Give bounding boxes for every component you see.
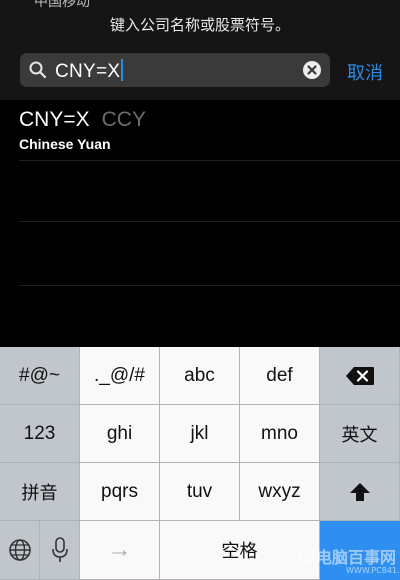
key-enter[interactable] [320, 521, 400, 580]
key-pinyin[interactable]: 拼音 [0, 463, 80, 521]
key-space[interactable]: 空格 [160, 521, 320, 580]
key-wxyz[interactable]: wxyz [240, 463, 320, 521]
search-value[interactable]: CNY=X [55, 59, 124, 83]
key-english[interactable]: 英文 [320, 405, 400, 463]
search-header: 中国移动 键入公司名称或股票符号。 CNY=X 取消 [0, 0, 400, 100]
key-microphone[interactable] [40, 521, 80, 580]
result-symbol: CNY=X [19, 108, 90, 131]
key-def[interactable]: def [240, 347, 320, 405]
key-globe[interactable] [0, 521, 40, 580]
list-item[interactable]: CNY=X CCY Chinese Yuan [19, 108, 146, 152]
keyboard: #@~ ._@/# abc def 123 ghi jkl mno 英文 拼音 … [0, 347, 400, 580]
microphone-icon [51, 537, 68, 562]
carrier-label: 中国移动 [34, 0, 90, 8]
search-input[interactable]: CNY=X [20, 53, 330, 87]
result-exchange: CCY [101, 108, 146, 131]
search-prompt: 键入公司名称或股票符号。 [109, 16, 290, 34]
text-cursor [121, 59, 124, 81]
result-name: Chinese Yuan [19, 136, 111, 152]
key-tuv[interactable]: tuv [160, 463, 240, 521]
key-shift[interactable] [320, 463, 400, 521]
results-list: CNY=X CCY Chinese Yuan [0, 100, 400, 347]
key-arrow[interactable]: → [80, 521, 160, 580]
globe-icon [8, 539, 31, 561]
key-numbers[interactable]: 123 [0, 405, 80, 463]
status-bar: 中国移动 [0, 0, 400, 8]
key-punctuation[interactable]: ._@/# [80, 347, 160, 405]
key-mno[interactable]: mno [240, 405, 320, 463]
divider [19, 285, 400, 286]
key-symbols[interactable]: #@~ [0, 347, 80, 405]
key-delete[interactable] [320, 347, 400, 405]
divider [19, 221, 400, 222]
divider [19, 160, 400, 161]
key-ghi[interactable]: ghi [80, 405, 160, 463]
clear-icon[interactable] [302, 60, 322, 80]
key-jkl[interactable]: jkl [160, 405, 240, 463]
cancel-button[interactable]: 取消 [347, 59, 383, 85]
key-pqrs[interactable]: pqrs [80, 463, 160, 521]
key-abc[interactable]: abc [160, 347, 240, 405]
shift-arrow-icon [349, 482, 370, 501]
backspace-icon [345, 366, 374, 385]
search-icon [29, 61, 47, 79]
